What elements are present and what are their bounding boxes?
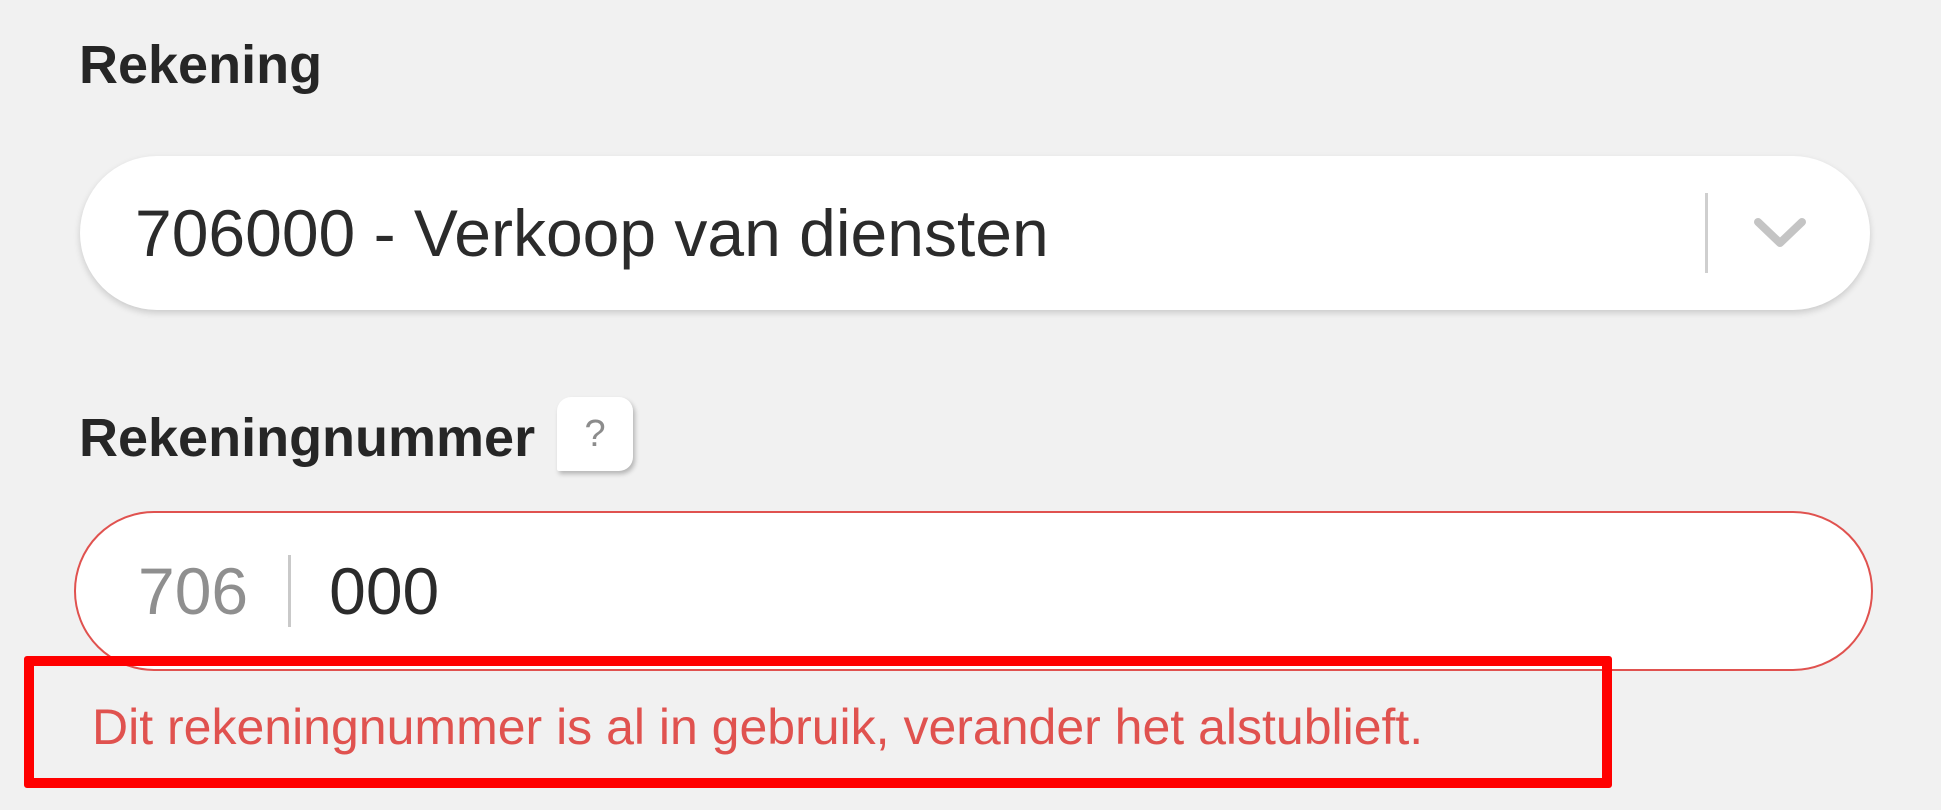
account-form: Rekening 706000 - Verkoop van diensten R…: [0, 0, 1941, 810]
account-number-label: Rekeningnummer: [79, 408, 536, 468]
error-message: Dit rekeningnummer is al in gebruik, ver…: [92, 699, 1424, 755]
account-number-value[interactable]: 000: [329, 553, 439, 629]
account-number-field[interactable]: 706 000: [74, 511, 1873, 671]
help-icon[interactable]: ?: [557, 397, 634, 471]
account-label: Rekening: [79, 35, 323, 95]
account-number-label-row: Rekeningnummer ?: [79, 397, 634, 475]
account-select[interactable]: 706000 - Verkoop van diensten: [80, 156, 1870, 310]
input-divider: [288, 555, 292, 627]
select-divider: [1705, 193, 1708, 273]
chevron-down-icon[interactable]: [1750, 213, 1810, 253]
account-select-value: 706000 - Verkoop van diensten: [135, 196, 1049, 270]
account-number-prefix: 706: [138, 554, 249, 628]
